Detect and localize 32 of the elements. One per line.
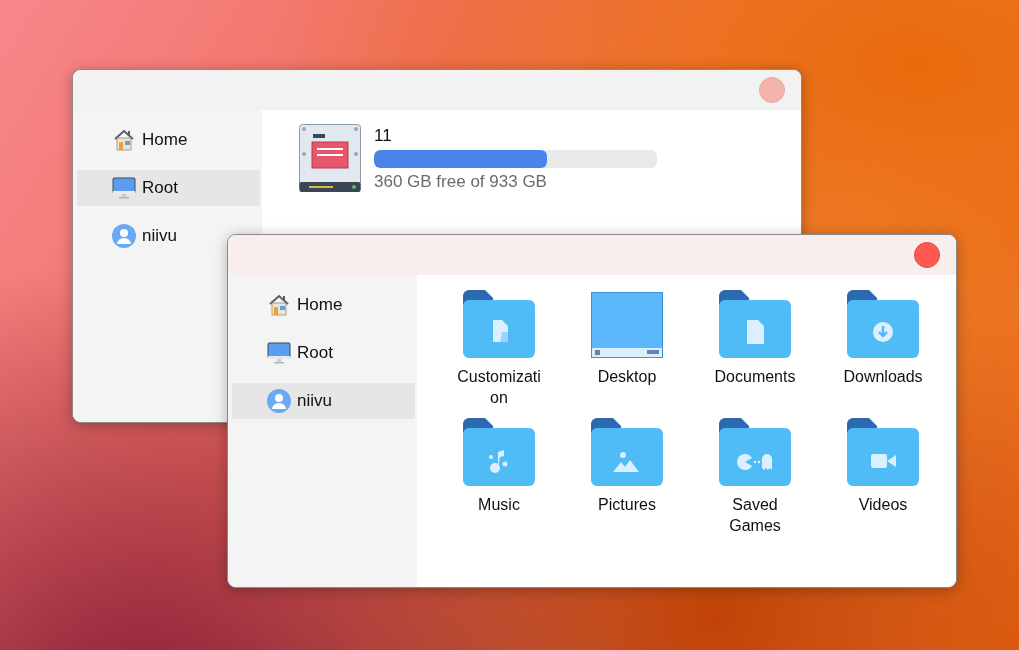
- document-folder-icon: [719, 290, 791, 358]
- sidebar-item[interactable]: Home: [112, 122, 188, 158]
- drive-name: 11: [374, 126, 393, 146]
- hard-drive-icon: [299, 124, 361, 192]
- monitor-icon: [267, 342, 291, 364]
- folder-item[interactable]: Desktop: [563, 290, 691, 408]
- download-folder-icon: [847, 290, 919, 358]
- music-folder-icon: [463, 418, 535, 486]
- folder-item[interactable]: Saved Games: [691, 418, 819, 536]
- sidebar-item[interactable]: niivu: [232, 383, 415, 419]
- sidebar-item[interactable]: niivu: [112, 218, 177, 254]
- folder-item[interactable]: Music: [435, 418, 563, 536]
- folder-item[interactable]: Videos: [819, 418, 947, 536]
- desktop-screen-icon: [591, 292, 663, 358]
- folder-icon: [463, 290, 535, 358]
- folder-item[interactable]: Documents: [691, 290, 819, 408]
- folder-item[interactable]: Pictures: [563, 418, 691, 536]
- user-avatar-icon: [112, 224, 136, 248]
- game-folder-icon: [719, 418, 791, 486]
- user-avatar-icon: [267, 389, 291, 413]
- home-icon: [267, 293, 291, 317]
- video-folder-icon: [847, 418, 919, 486]
- picture-folder-icon: [591, 418, 663, 486]
- sidebar-item[interactable]: Root: [77, 170, 260, 206]
- close-button[interactable]: [914, 242, 940, 268]
- sidebar-item[interactable]: Root: [267, 335, 333, 371]
- folder-item[interactable]: Customization: [435, 290, 563, 408]
- sidebar-item[interactable]: Home: [267, 287, 343, 323]
- monitor-icon: [112, 177, 136, 199]
- free-space-text: 360 GB free of 933 GB: [374, 172, 548, 192]
- home-icon: [112, 128, 136, 152]
- folder-item[interactable]: Downloads: [819, 290, 947, 408]
